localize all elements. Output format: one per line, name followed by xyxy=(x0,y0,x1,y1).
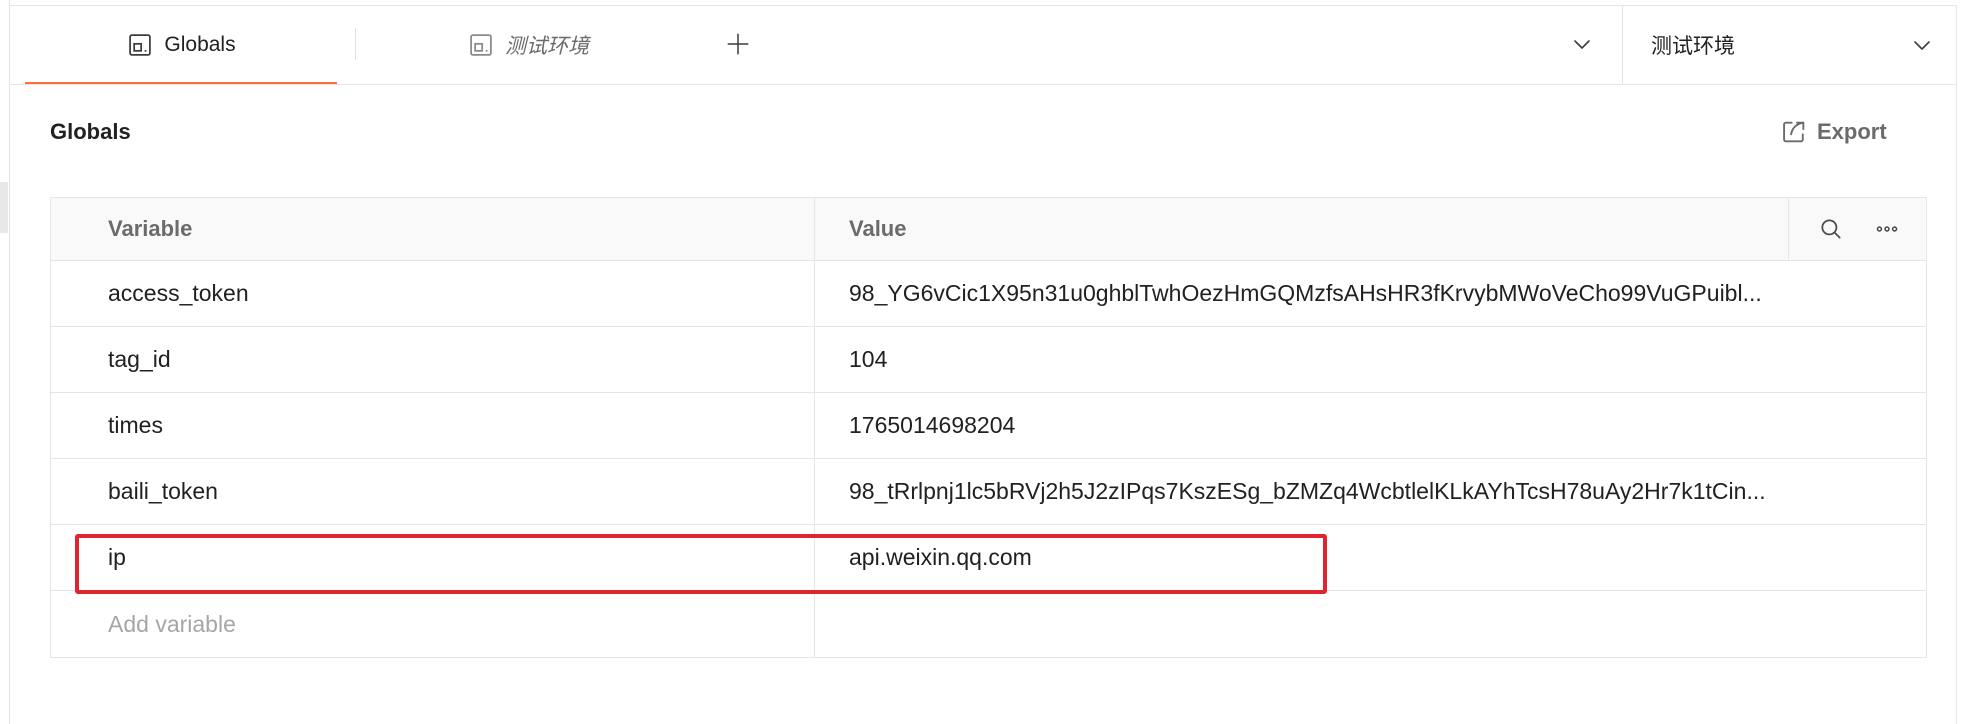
export-icon xyxy=(1783,121,1805,143)
add-variable-input[interactable] xyxy=(108,610,814,638)
add-variable-cell xyxy=(51,591,815,657)
environment-selector-value: 测试环境 xyxy=(1651,35,1735,58)
new-tab-button[interactable] xyxy=(724,30,752,58)
add-variable-row xyxy=(51,591,1926,657)
variable-value-cell[interactable]: 104 xyxy=(815,327,1926,392)
column-header-variable: Variable xyxy=(51,198,815,260)
search-button[interactable] xyxy=(1818,216,1844,242)
add-value-input[interactable] xyxy=(849,610,1926,638)
left-panel-edge xyxy=(0,0,10,724)
variable-name-cell[interactable]: ip xyxy=(51,525,815,590)
tab-environment-label: 测试环境 xyxy=(505,35,589,58)
export-button-label: Export xyxy=(1817,119,1887,144)
variable-value-cell[interactable]: api.weixin.qq.com xyxy=(815,525,1926,590)
environment-selector[interactable]: 测试环境 xyxy=(1623,6,1956,84)
active-tab-indicator xyxy=(25,82,337,84)
more-icon xyxy=(1876,226,1898,232)
table-row: times 1765014698204 xyxy=(51,393,1926,459)
table-row: baili_token 98_tRrlpnj1lc5bRVj2h5J2zIPqs… xyxy=(51,459,1926,525)
variable-value-cell[interactable]: 98_tRrlpnj1lc5bRVj2h5J2zIPqs7KszESg_bZMZ… xyxy=(815,459,1926,524)
more-options-button[interactable] xyxy=(1874,216,1900,242)
table-row: tag_id 104 xyxy=(51,327,1926,393)
environment-icon xyxy=(470,34,492,56)
table-header: Variable Value xyxy=(51,198,1926,261)
page-title: Globals xyxy=(50,119,131,144)
plus-icon xyxy=(727,33,749,55)
table-row: ip api.weixin.qq.com xyxy=(51,525,1926,591)
variable-value-cell[interactable]: 1765014698204 xyxy=(815,393,1926,458)
variable-name-cell[interactable]: access_token xyxy=(51,261,815,326)
tab-environment[interactable]: 测试环境 xyxy=(356,6,700,84)
add-value-cell xyxy=(815,591,1926,657)
tabs-overflow-dropdown[interactable] xyxy=(1568,33,1596,55)
variables-table: Variable Value access_token 98_YG6vCic1X… xyxy=(50,197,1927,658)
globals-icon xyxy=(129,34,152,56)
chevron-down-icon xyxy=(1574,40,1590,49)
export-button[interactable]: Export xyxy=(1780,114,1887,150)
chevron-down-icon xyxy=(1914,41,1930,50)
search-icon xyxy=(1821,219,1841,239)
variable-value-cell[interactable]: 98_YG6vCic1X95n31u0ghblTwhOezHmGQMzfsAHs… xyxy=(815,261,1926,326)
column-header-value: Value xyxy=(815,198,1789,260)
variable-name-cell[interactable]: tag_id xyxy=(51,327,815,392)
sidebar-resize-handle[interactable] xyxy=(0,182,8,233)
table-row: access_token 98_YG6vCic1X95n31u0ghblTwhO… xyxy=(51,261,1926,327)
table-actions xyxy=(1789,198,1926,260)
tab-globals[interactable]: Globals xyxy=(25,6,337,84)
variable-name-cell[interactable]: baili_token xyxy=(51,459,815,524)
tab-globals-label: Globals xyxy=(164,33,236,56)
tab-bar-divider xyxy=(10,84,1957,85)
variable-name-cell[interactable]: times xyxy=(51,393,815,458)
